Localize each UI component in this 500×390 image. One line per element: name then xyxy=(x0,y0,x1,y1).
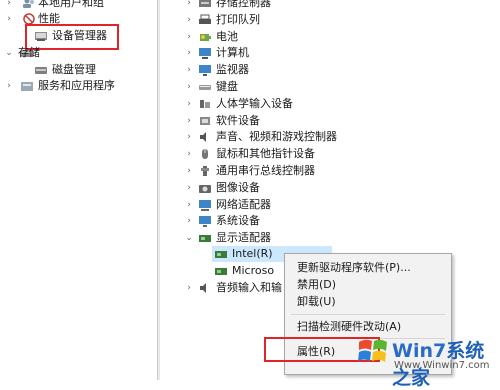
chevron-down-icon[interactable]: ⌄ xyxy=(4,45,14,61)
tree-item-storage[interactable]: ⌄ 存储 xyxy=(0,45,157,61)
tree-item-label: 服务和应用程序 xyxy=(38,79,115,92)
device-category-label: 键盘 xyxy=(216,80,238,93)
device-category-item[interactable]: › 打印队列 xyxy=(160,12,490,28)
audio-io-icon xyxy=(200,283,206,293)
device-category-item[interactable]: › 监视器 xyxy=(160,62,490,78)
device-item-label: Intel(R) xyxy=(232,247,273,260)
tree-item-label: 存储 xyxy=(18,46,40,59)
speaker-icon xyxy=(200,132,206,143)
device-category-item[interactable]: › 鼠标和其他指针设备 xyxy=(160,146,490,162)
device-category-item[interactable]: › 人体学输入设备 xyxy=(160,96,490,112)
device-category-item[interactable]: › 图像设备 xyxy=(160,180,490,196)
keyboard-icon xyxy=(199,85,211,90)
device-category-label: 网络适配器 xyxy=(216,197,271,211)
device-category-item[interactable]: › 键盘 xyxy=(160,79,490,95)
device-item-label: Microso xyxy=(232,264,275,277)
device-category-label: 监视器 xyxy=(216,63,249,77)
chevron-right-icon[interactable]: › xyxy=(184,180,194,196)
tree-item-label: 本地用户和组 xyxy=(38,0,104,9)
tree-item-audio-io[interactable]: › 音频输入和输 xyxy=(160,280,300,296)
monitor-icon xyxy=(199,65,211,77)
system-device-icon xyxy=(199,216,211,228)
menu-item-disable[interactable]: 禁用(D) xyxy=(297,277,336,293)
display-adapter-icon xyxy=(199,235,211,243)
chevron-right-icon[interactable]: › xyxy=(184,96,194,112)
chevron-right-icon[interactable]: › xyxy=(184,197,194,213)
chevron-down-icon[interactable]: ⌄ xyxy=(184,230,194,246)
printer-icon xyxy=(199,14,211,24)
menu-separator xyxy=(291,314,445,315)
tree-item-label: 磁盘管理 xyxy=(52,63,96,76)
chevron-right-icon[interactable]: › xyxy=(184,62,194,78)
chevron-right-icon[interactable]: › xyxy=(184,45,194,61)
disk-icon xyxy=(35,67,47,74)
device-category-label: 计算机 xyxy=(216,46,249,60)
chevron-right-icon[interactable]: › xyxy=(184,280,194,296)
camera-icon xyxy=(199,184,211,193)
device-category-label: 声音、视频和游戏控制器 xyxy=(216,130,337,144)
chevron-right-icon[interactable]: › xyxy=(184,29,194,45)
device-category-label: 人体学输入设备 xyxy=(216,96,293,110)
tree-item-label: 音频输入和输 xyxy=(216,281,282,294)
device-category-item[interactable]: › 网络适配器 xyxy=(160,197,490,213)
chevron-right-icon[interactable]: › xyxy=(184,113,194,129)
storage-controller-icon xyxy=(199,0,211,7)
device-category-item[interactable]: › 计算机 xyxy=(160,45,490,61)
mouse-icon xyxy=(202,149,208,160)
tree-item-services-apps[interactable]: › 服务和应用程序 xyxy=(0,78,157,94)
watermark: Win7系统之家 Www.Winwin7.com xyxy=(352,330,500,389)
chevron-right-icon[interactable]: › xyxy=(184,79,194,95)
device-category-label: 软件设备 xyxy=(216,113,260,127)
chevron-right-icon[interactable]: › xyxy=(184,0,194,11)
device-category-label: 显示适配器 xyxy=(216,231,271,245)
chevron-right-icon[interactable]: › xyxy=(4,78,14,94)
watermark-url: Www.Winwin7.com xyxy=(394,360,490,371)
device-category-label: 打印队列 xyxy=(216,12,260,26)
device-category-item[interactable]: › 系统设备 xyxy=(160,213,490,229)
device-category-label: 通用串行总线控制器 xyxy=(216,164,315,177)
chevron-right-icon[interactable]: › xyxy=(184,12,194,28)
network-icon xyxy=(199,199,211,211)
device-category-item[interactable]: › 通用串行总线控制器 xyxy=(160,163,490,179)
chevron-right-icon[interactable]: › xyxy=(184,213,194,229)
device-category-item[interactable]: › 电池 xyxy=(160,29,490,45)
device-category-label: 系统设备 xyxy=(216,214,260,228)
menu-item-uninstall[interactable]: 卸载(U) xyxy=(297,294,336,310)
chevron-right-icon[interactable]: › xyxy=(4,0,14,11)
chevron-right-icon[interactable]: › xyxy=(184,146,194,162)
chevron-right-icon[interactable]: › xyxy=(184,163,194,179)
hid-icon xyxy=(200,99,210,108)
watermark-latin: Win7 xyxy=(392,340,447,362)
device-category-item[interactable]: ⌄ 显示适配器 xyxy=(160,230,490,246)
services-icon xyxy=(21,82,33,91)
device-category-label: 图像设备 xyxy=(216,180,260,194)
device-category-label: 鼠标和其他指针设备 xyxy=(216,147,315,161)
device-category-label: 存储控制器 xyxy=(216,0,271,9)
display-card-icon xyxy=(215,251,227,258)
console-tree-pane: › 本地用户和组 › 性能 设备管理器 ⌄ 存储 磁盘管理 › 服务和应用程序 xyxy=(0,0,157,380)
device-category-item[interactable]: › 软件设备 xyxy=(160,113,490,129)
tree-item-disk-management[interactable]: 磁盘管理 xyxy=(0,62,157,78)
device-category-item[interactable]: › 声音、视频和游戏控制器 xyxy=(160,129,490,145)
usb-icon xyxy=(201,166,209,176)
device-category-label: 电池 xyxy=(216,29,238,43)
windows-flag-icon xyxy=(358,339,387,362)
software-device-icon xyxy=(200,116,210,125)
display-card-icon xyxy=(215,268,227,275)
battery-icon xyxy=(200,33,211,41)
chevron-right-icon[interactable]: › xyxy=(184,129,194,145)
users-icon xyxy=(23,0,34,8)
menu-item-update-driver[interactable]: 更新驱动程序软件(P)... xyxy=(297,260,411,276)
chevron-right-icon[interactable]: › xyxy=(4,11,14,27)
computer-icon xyxy=(199,48,211,60)
tree-item-local-users[interactable]: › 本地用户和组 xyxy=(0,0,157,11)
device-category-item[interactable]: › 存储控制器 xyxy=(160,0,490,11)
